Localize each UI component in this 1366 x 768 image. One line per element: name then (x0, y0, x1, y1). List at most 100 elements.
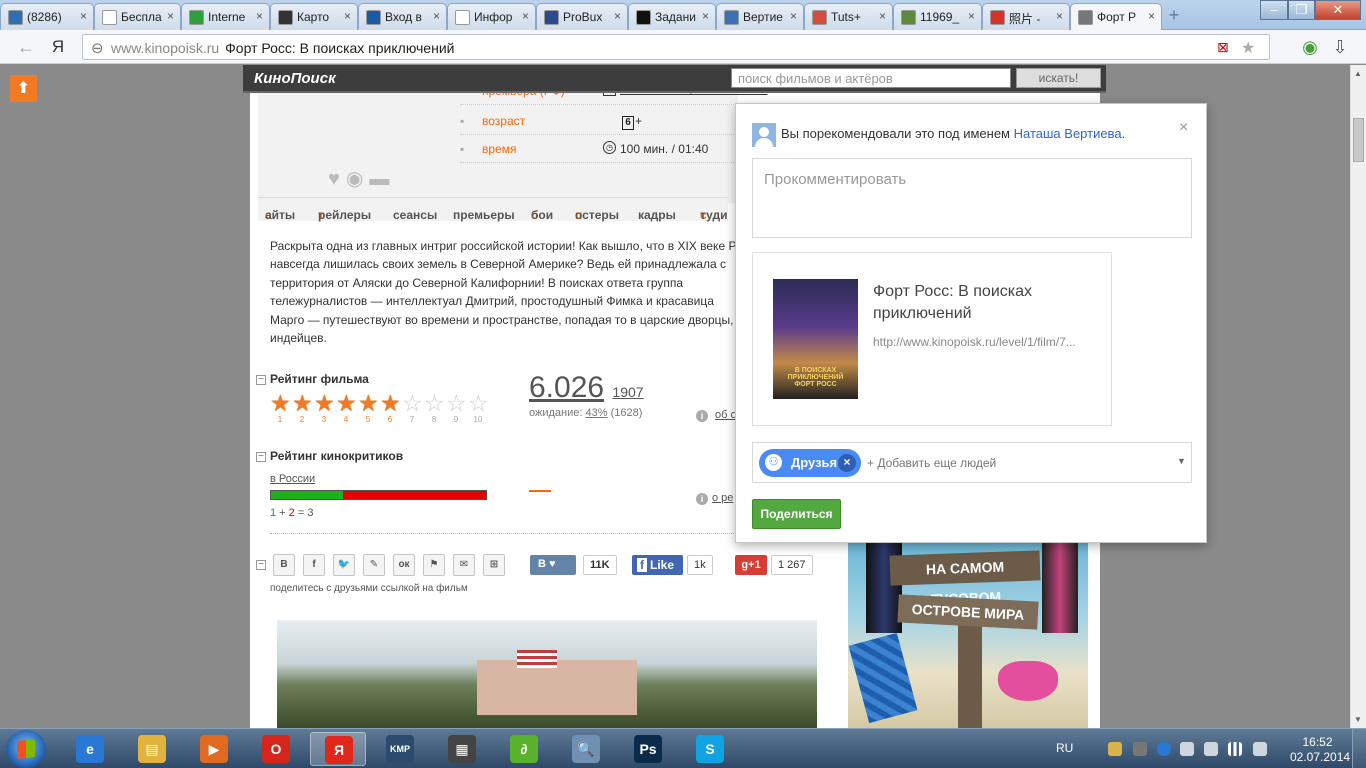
restore-button[interactable]: ❐ (1288, 0, 1315, 20)
tab-13[interactable]: Форт Р × (1070, 3, 1162, 31)
close-tab-icon[interactable]: × (80, 9, 87, 23)
close-page-icon[interactable]: ⊠ (1217, 39, 1229, 56)
share-service-icon[interactable]: ок (393, 554, 415, 576)
collapse-rating-icon[interactable]: − (256, 375, 266, 385)
close-tab-icon[interactable]: × (167, 9, 174, 23)
close-tab-icon[interactable]: × (256, 9, 263, 23)
tab-9[interactable]: Вертие × (716, 3, 804, 30)
star-filled-icon[interactable]: ★ (336, 391, 357, 415)
info-icon[interactable]: i (696, 410, 708, 422)
clock[interactable]: 16:52 02.07.2014 (1290, 735, 1350, 765)
kinopoisk-logo[interactable]: КиноПоиск (254, 70, 336, 87)
share-button[interactable]: Поделиться (752, 499, 841, 529)
close-tab-icon[interactable]: × (344, 9, 351, 23)
taskbar-app-1[interactable]: e (62, 732, 118, 766)
share-service-icon[interactable]: ✎ (363, 554, 385, 576)
tab-7[interactable]: ProBux × (536, 3, 628, 30)
critics-russia-link[interactable]: в России (270, 473, 315, 485)
taskbar-app-6[interactable]: KMP (372, 732, 428, 766)
remove-chip-icon[interactable]: × (838, 454, 856, 472)
language-indicator[interactable]: RU (1056, 741, 1073, 755)
tab-8[interactable]: Задани × (628, 3, 716, 30)
share-service-icon[interactable]: ⚑ (423, 554, 445, 576)
tab-3[interactable]: Interne × (181, 3, 270, 30)
close-icon[interactable]: × (1179, 119, 1188, 137)
share-service-icon[interactable]: ⊞ (483, 554, 505, 576)
taskbar-app-8[interactable]: ∂ (496, 732, 552, 766)
close-tab-icon[interactable]: × (522, 9, 529, 23)
taskbar-app-11[interactable]: S (682, 732, 738, 766)
critics-info-link[interactable]: о ре (712, 492, 733, 504)
site-search-input[interactable]: поиск фильмов и актёров (731, 68, 1011, 88)
close-tab-icon[interactable]: × (790, 9, 797, 23)
star-empty-icon[interactable]: ☆ (446, 391, 467, 415)
facebook-like-button[interactable]: f Like (632, 555, 683, 575)
close-tab-icon[interactable]: × (614, 9, 621, 23)
tab-11[interactable]: 11969_ × (893, 3, 982, 30)
site-search-button[interactable]: искать! (1016, 68, 1101, 88)
info-icon[interactable]: i (696, 493, 708, 505)
yandex-button[interactable]: Я (46, 36, 70, 58)
new-tab-button[interactable]: + (1162, 6, 1186, 24)
taskbar-app-5[interactable]: Я (310, 732, 366, 766)
minimize-button[interactable]: – (1260, 0, 1288, 20)
taskbar-app-10[interactable]: Ps (620, 732, 676, 766)
collapse-critics-icon[interactable]: − (256, 452, 266, 462)
star-empty-icon[interactable]: ☆ (468, 391, 489, 415)
taskbar-app-2[interactable]: ▤ (124, 732, 180, 766)
start-button[interactable] (6, 730, 46, 768)
star-filled-icon[interactable]: ★ (358, 391, 379, 415)
star-filled-icon[interactable]: ★ (380, 391, 401, 415)
tray-icon[interactable] (1180, 742, 1194, 756)
user-name-link[interactable]: Наташа Вертиева (1014, 126, 1122, 141)
page-info-icon[interactable]: ⊖ (91, 39, 104, 57)
tray-icon[interactable] (1108, 742, 1122, 756)
star-filled-icon[interactable]: ★ (292, 391, 313, 415)
chevron-down-icon[interactable]: ▼ (1177, 456, 1186, 466)
add-people-input[interactable]: + Добавить еще людей (867, 456, 996, 470)
film-still-image[interactable] (277, 620, 817, 728)
back-button[interactable]: ← (14, 36, 38, 58)
close-tab-icon[interactable]: × (1148, 9, 1155, 23)
tab-2[interactable]: Беспла × (94, 3, 181, 30)
user-action-icons[interactable]: ♥◉▬ (328, 166, 395, 191)
star-empty-icon[interactable]: ☆ (402, 391, 423, 415)
star-filled-icon[interactable]: ★ (314, 391, 335, 415)
tab-10[interactable]: Tuts+ × (804, 3, 893, 30)
advertisement-banner[interactable]: НА САМОМ ТУСОВОМ ОСТРОВЕ МИРА (848, 543, 1088, 728)
collapse-share-icon[interactable]: − (256, 560, 266, 570)
address-bar[interactable]: ⊖ www.kinopoisk.ru Форт Росс: В поисках п… (82, 34, 1270, 60)
tab-6[interactable]: Инфор × (447, 3, 536, 30)
share-service-icon[interactable]: ✉ (453, 554, 475, 576)
tab-5[interactable]: Вход в × (358, 3, 447, 30)
audience-field[interactable]: ⚇ Друзья × + Добавить еще людей ▼ (752, 442, 1192, 483)
extension-icon[interactable]: ◉ (1298, 36, 1322, 58)
share-service-icon[interactable]: f (303, 554, 325, 576)
download-icon[interactable]: ⇩ (1328, 36, 1352, 58)
tab-1[interactable]: (8286) × (0, 3, 94, 30)
bookmark-star-icon[interactable]: ★ (1241, 38, 1255, 58)
share-service-icon[interactable]: В (273, 554, 295, 576)
info-icon[interactable] (1157, 742, 1171, 756)
share-service-icon[interactable]: 🐦 (333, 554, 355, 576)
taskbar-app-7[interactable]: ▦ (434, 732, 490, 766)
taskbar-app-4[interactable]: O (248, 732, 304, 766)
comment-field[interactable]: Прокомментировать (752, 158, 1192, 238)
close-tab-icon[interactable]: × (702, 9, 709, 23)
page-scrollbar[interactable]: ▲ ▼ (1350, 65, 1366, 728)
close-tab-icon[interactable]: × (879, 9, 886, 23)
volume-icon[interactable] (1253, 742, 1267, 756)
network-icon[interactable] (1228, 742, 1242, 756)
rating-info-link[interactable]: об о (715, 409, 737, 421)
scroll-up-button[interactable]: ⬆ (10, 75, 37, 102)
vk-like-button[interactable]: В ♥ (530, 555, 576, 575)
tray-icon[interactable] (1133, 742, 1147, 756)
taskbar-app-3[interactable]: ▶ (186, 732, 242, 766)
close-tab-icon[interactable]: × (433, 9, 440, 23)
close-window-button[interactable]: ✕ (1315, 0, 1361, 20)
friends-chip[interactable]: ⚇ Друзья × (759, 449, 861, 477)
close-tab-icon[interactable]: × (1056, 9, 1063, 23)
close-tab-icon[interactable]: × (968, 9, 975, 23)
tab-12[interactable]: 照片 - × (982, 3, 1070, 30)
taskbar-app-9[interactable]: 🔍 (558, 732, 614, 766)
